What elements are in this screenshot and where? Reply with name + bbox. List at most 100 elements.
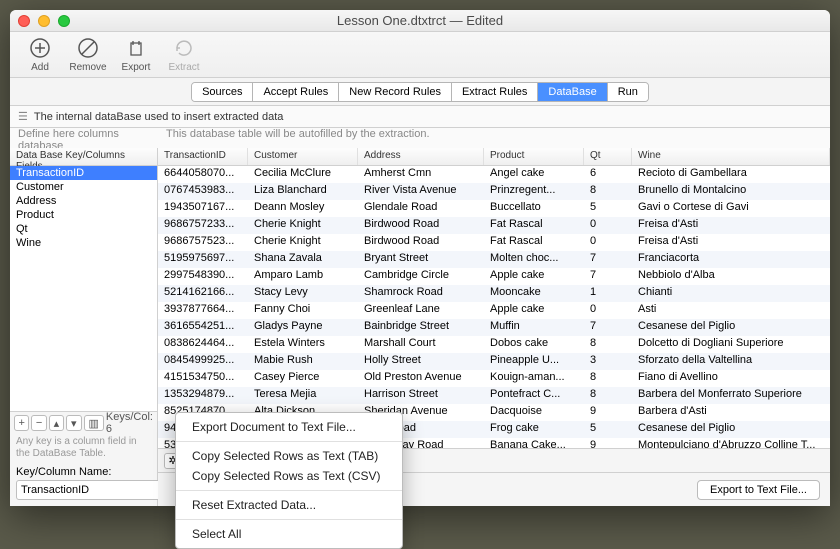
column-header[interactable]: Product [484,148,584,165]
keys-list[interactable]: TransactionIDCustomerAddressProductQtWin… [10,166,157,411]
cell: Fiano di Avellino [632,370,830,387]
cell: Liza Blanchard [248,183,358,200]
cell: Prinzregent... [484,183,584,200]
column-header[interactable]: Qt [584,148,632,165]
grid-header[interactable]: TransactionIDCustomerAddressProductQtWin… [158,148,830,166]
cell: 7 [584,319,632,336]
info-text: The internal dataBase used to insert ext… [34,111,284,123]
cell: Brunello di Montalcino [632,183,830,200]
cell: Bainbridge Street [358,319,484,336]
table-row[interactable]: 1353294879...Teresa MejiaHarrison Street… [158,387,830,404]
cell: Gavi o Cortese di Gavi [632,200,830,217]
context-menu[interactable]: Export Document to Text File... Copy Sele… [175,412,403,549]
table-row[interactable]: 3616554251...Gladys PayneBainbridge Stre… [158,319,830,336]
table-row[interactable]: 9686757233...Cherie KnightBirdwood RoadF… [158,217,830,234]
menu-item[interactable]: Select All [176,524,402,544]
cell: Bryant Street [358,251,484,268]
hint-left: Define here columns database [18,128,166,148]
cell: Banana Cake... [484,438,584,448]
key-item[interactable]: TransactionID [10,166,157,180]
tab-extract-rules[interactable]: Extract Rules [452,83,538,101]
menu-item[interactable]: Export Document to Text File... [176,417,402,437]
cell: Nebbiolo d'Alba [632,268,830,285]
cell: 6644058070... [158,166,248,183]
cell: 8 [584,387,632,404]
cell: 0 [584,234,632,251]
grid-body[interactable]: 6644058070...Cecilia McClureAmherst CmnA… [158,166,830,448]
add-key-button[interactable]: + [14,415,29,431]
cell: Estela Winters [248,336,358,353]
column-header[interactable]: Customer [248,148,358,165]
cell: Cecilia McClure [248,166,358,183]
column-header[interactable]: Address [358,148,484,165]
move-up-button[interactable]: ▴ [49,415,64,431]
cell: 1353294879... [158,387,248,404]
table-row[interactable]: 2997548390...Amparo LambCambridge Circle… [158,268,830,285]
cell: Recioto di Gambellara [632,166,830,183]
zoom-icon[interactable] [58,15,70,27]
export-text-button[interactable]: Export to Text File... [697,480,820,500]
export-icon [124,36,148,60]
cell: 9 [584,404,632,421]
close-icon[interactable] [18,15,30,27]
keyname-input[interactable] [16,480,168,500]
minimize-icon[interactable] [38,15,50,27]
tab-database[interactable]: DataBase [538,83,607,101]
menu-item[interactable]: Copy Selected Rows as Text (CSV) [176,466,402,486]
cell: Pontefract C... [484,387,584,404]
export-button[interactable]: Export [114,36,158,73]
tab-sources[interactable]: Sources [192,83,253,101]
column-header[interactable]: Wine [632,148,830,165]
cell: Cesanese del Piglio [632,421,830,438]
cell: Apple cake [484,268,584,285]
tab-accept-rules[interactable]: Accept Rules [253,83,339,101]
titlebar[interactable]: Lesson One.dtxtrct — Edited [10,10,830,32]
table-row[interactable]: 1943507167...Deann MosleyGlendale RoadBu… [158,200,830,217]
cell: Dobos cake [484,336,584,353]
column-header[interactable]: TransactionID [158,148,248,165]
cell: 4151534750... [158,370,248,387]
table-row[interactable]: 6644058070...Cecilia McClureAmherst CmnA… [158,166,830,183]
tab-run[interactable]: Run [608,83,648,101]
cell: Stacy Levy [248,285,358,302]
tab-bar: SourcesAccept RulesNew Record RulesExtra… [10,78,830,106]
cell: River Vista Avenue [358,183,484,200]
key-item[interactable]: Wine [10,236,157,250]
key-item[interactable]: Customer [10,180,157,194]
cell: 8 [584,370,632,387]
key-item[interactable]: Qt [10,222,157,236]
table-row[interactable]: 0845499925...Mabie RushHolly StreetPinea… [158,353,830,370]
cell: Freisa d'Asti [632,234,830,251]
table-row[interactable]: 5195975697...Shana ZavalaBryant StreetMo… [158,251,830,268]
cell: Shana Zavala [248,251,358,268]
cell: 8 [584,336,632,353]
key-item[interactable]: Address [10,194,157,208]
table-row[interactable]: 9686757523...Cherie KnightBirdwood RoadF… [158,234,830,251]
keys-note: Any key is a column field in the DataBas… [10,434,157,462]
app-window: Lesson One.dtxtrct — Edited Add Remove E… [10,10,830,506]
tab-new-record-rules[interactable]: New Record Rules [339,83,452,101]
table-row[interactable]: 0838624464...Estela WintersMarshall Cour… [158,336,830,353]
menu-item[interactable]: Copy Selected Rows as Text (TAB) [176,446,402,466]
table-row[interactable]: 5214162166...Stacy LevyShamrock RoadMoon… [158,285,830,302]
remove-button[interactable]: Remove [66,36,110,73]
cell: Greenleaf Lane [358,302,484,319]
move-down-button[interactable]: ▾ [66,415,81,431]
cell: Buccellato [484,200,584,217]
menu-item[interactable]: Reset Extracted Data... [176,495,402,515]
table-row[interactable]: 0767453983...Liza BlanchardRiver Vista A… [158,183,830,200]
cell: Old Preston Avenue [358,370,484,387]
table-row[interactable]: 4151534750...Casey PierceOld Preston Ave… [158,370,830,387]
remove-key-button[interactable]: − [31,415,46,431]
cell: Glendale Road [358,200,484,217]
columns-icon[interactable]: ▥ [84,415,104,431]
cell: 3616554251... [158,319,248,336]
add-button[interactable]: Add [18,36,62,73]
key-item[interactable]: Product [10,208,157,222]
cell: Dacquoise [484,404,584,421]
keys-header[interactable]: Data Base Key/Columns Fields [10,148,157,166]
table-row[interactable]: 3937877664...Fanny ChoiGreenleaf LaneApp… [158,302,830,319]
hint-right: This database table will be autofilled b… [166,128,430,148]
list-icon: ☰ [18,110,28,123]
cell: Fat Rascal [484,217,584,234]
